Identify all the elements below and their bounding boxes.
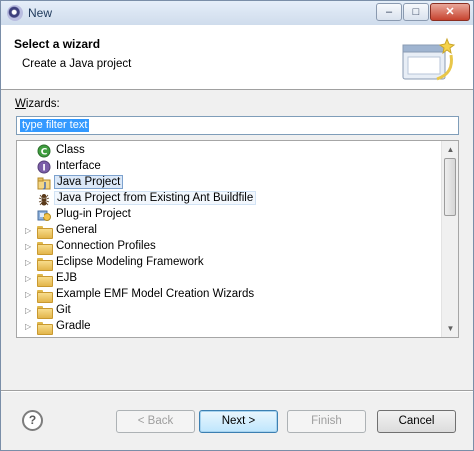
scroll-down-icon[interactable]: ▼: [442, 320, 458, 337]
folder-icon: [37, 304, 53, 319]
svg-text:C: C: [41, 148, 48, 158]
class-icon: C: [37, 144, 51, 158]
tree-item-eclipse-modeling-framework[interactable]: ▷ Eclipse Modeling Framework: [17, 255, 440, 271]
tree-item-gradle[interactable]: ▷ Gradle: [17, 319, 440, 335]
tree-item-label: Class: [56, 144, 85, 156]
tree-item-label: General: [56, 224, 97, 236]
java-project-icon: J: [37, 177, 51, 190]
folder-icon: [37, 240, 53, 255]
tree-item-label: Example EMF Model Creation Wizards: [56, 288, 255, 300]
expand-icon[interactable]: ▷: [25, 290, 33, 300]
interface-icon: I: [37, 160, 51, 174]
tree-item-git[interactable]: ▷ Git: [17, 303, 440, 319]
next-button[interactable]: Next >: [199, 410, 278, 433]
tree-item-label: Interface: [56, 160, 101, 172]
wizard-tree[interactable]: C Class I Interface J Java Project Java …: [16, 140, 459, 338]
svg-text:J: J: [43, 181, 47, 190]
tree-item-label: Plug-in Project: [56, 208, 131, 220]
vertical-scrollbar[interactable]: ▲ ▼: [441, 141, 458, 337]
tree-item-interface[interactable]: I Interface: [17, 159, 440, 175]
window-title: New: [28, 6, 53, 20]
tree-item-ant-buildfile[interactable]: Java Project from Existing Ant Buildfile: [17, 191, 440, 207]
maximize-button[interactable]: □: [403, 3, 429, 21]
page-description: Create a Java project: [22, 58, 132, 70]
tree-item-example-emf-model-creation-wizards[interactable]: ▷ Example EMF Model Creation Wizards: [17, 287, 440, 303]
expand-icon[interactable]: ▷: [25, 258, 33, 268]
title-bar[interactable]: New – □ ✕: [1, 1, 473, 25]
tree-item-plugin-project[interactable]: Plug-in Project: [17, 207, 440, 223]
expand-icon[interactable]: ▷: [25, 322, 33, 332]
folder-icon: [37, 320, 53, 335]
help-icon[interactable]: ?: [22, 410, 43, 431]
tree-item-label: Eclipse Modeling Framework: [56, 256, 204, 268]
page-title: Select a wizard: [14, 37, 101, 51]
tree-item-connection-profiles[interactable]: ▷ Connection Profiles: [17, 239, 440, 255]
new-wizard-dialog: New – □ ✕ Select a wizard Create a Java …: [0, 0, 474, 451]
scroll-up-icon[interactable]: ▲: [442, 141, 458, 158]
tree-item-label: Connection Profiles: [56, 240, 156, 252]
expand-icon[interactable]: ▷: [25, 226, 33, 236]
cancel-button[interactable]: Cancel: [377, 410, 456, 433]
expand-icon[interactable]: ▷: [25, 274, 33, 284]
tree-item-label: Git: [56, 304, 71, 316]
wizards-label-text: izards:: [25, 98, 60, 110]
tree-item-class[interactable]: C Class: [17, 143, 440, 159]
folder-icon: [37, 256, 53, 271]
tree-item-general[interactable]: ▷ General: [17, 223, 440, 239]
finish-button[interactable]: Finish: [287, 410, 366, 433]
wizards-label: Wizards:: [15, 98, 60, 110]
tree-item-label: Gradle: [56, 320, 91, 332]
wizard-header: Select a wizard Create a Java project: [1, 25, 473, 90]
tree-item-label: Java Project: [54, 175, 124, 189]
folder-icon: [37, 224, 53, 239]
expand-icon[interactable]: ▷: [25, 242, 33, 252]
close-button[interactable]: ✕: [430, 3, 470, 21]
tree-item-label: EJB: [56, 272, 78, 284]
wizards-label-mnemonic: W: [15, 98, 26, 110]
filter-input-text: type filter text: [20, 119, 90, 132]
folder-icon: [37, 288, 53, 303]
expand-icon[interactable]: ▷: [25, 306, 33, 316]
folder-icon: [37, 272, 53, 287]
tree-item-label: Java Project from Existing Ant Buildfile: [54, 191, 257, 205]
eclipse-icon: [7, 5, 23, 21]
plugin-project-icon: [37, 210, 51, 221]
minimize-button[interactable]: –: [376, 3, 402, 21]
tree-item-ejb[interactable]: ▷ EJB: [17, 271, 440, 287]
button-bar-divider: [1, 390, 473, 392]
ant-icon: [38, 194, 50, 206]
new-wizard-banner-icon: [402, 37, 456, 81]
scroll-thumb[interactable]: [444, 158, 456, 216]
svg-text:I: I: [42, 164, 45, 174]
back-button[interactable]: < Back: [116, 410, 195, 433]
filter-input[interactable]: type filter text: [16, 116, 459, 135]
tree-item-java-project[interactable]: J Java Project: [17, 175, 440, 191]
